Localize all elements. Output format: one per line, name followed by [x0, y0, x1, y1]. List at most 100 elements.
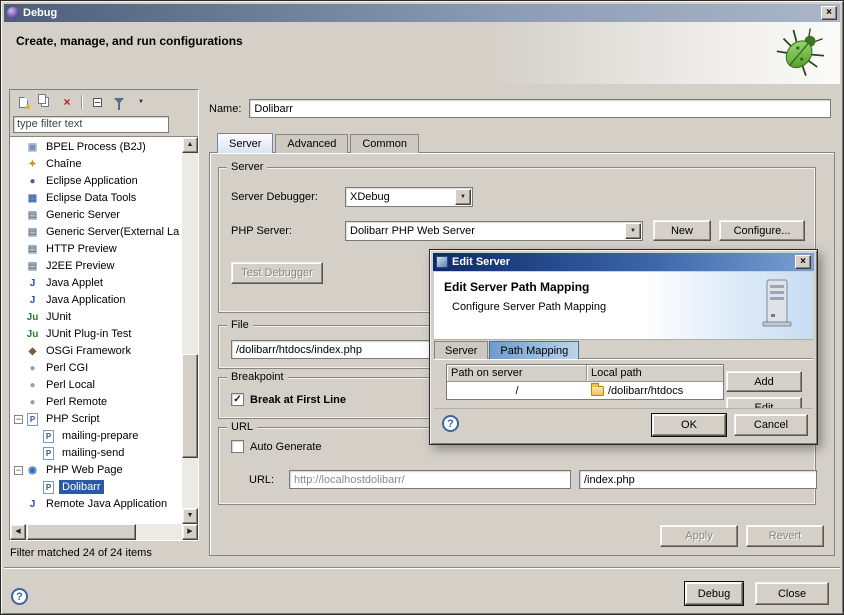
php-file-icon: P [43, 430, 54, 443]
break-at-first-line-checkbox[interactable]: ✓ [231, 393, 244, 406]
tree-item-perl-cgi[interactable]: ●Perl CGI [12, 360, 182, 377]
dialog-help-icon[interactable]: ? [442, 415, 459, 432]
tree-item-label: BPEL Process (B2J) [43, 140, 149, 154]
perl-icon: ● [25, 380, 40, 391]
dialog-tab-server[interactable]: Server [434, 341, 488, 359]
dialog-titlebar[interactable]: Edit Server × [433, 253, 814, 271]
path-mapping-table: Path on server Local path / /dolibarr/ht… [446, 364, 724, 400]
tree-item-label: Perl Remote [43, 395, 110, 409]
tree-vertical-scrollbar[interactable]: ▲ ▼ [182, 137, 198, 525]
osgi-icon: ◆ [25, 346, 40, 357]
tree-item-label: PHP Script [43, 412, 103, 426]
sidebar: × ▼ ▣BPEL Process (B2J)✦Chaîne●Eclipse A… [9, 89, 199, 541]
tree-item-junit[interactable]: JuJUnit [12, 309, 182, 326]
php-file-icon: P [43, 447, 54, 460]
name-input[interactable] [249, 99, 831, 118]
tree-item-mailing-send[interactable]: Pmailing-send [12, 445, 182, 462]
tree-wrap: ▣BPEL Process (B2J)✦Chaîne●Eclipse Appli… [10, 136, 198, 525]
tab-common[interactable]: Common [350, 134, 419, 153]
tree-item-eclipse-data-tools[interactable]: ▦Eclipse Data Tools [12, 190, 182, 207]
file-group-title: File [227, 319, 253, 331]
tree-item-generic-server[interactable]: ▤Generic Server [12, 207, 182, 224]
tab-advanced[interactable]: Advanced [275, 134, 348, 153]
server-debugger-label: Server Debugger: [231, 191, 318, 203]
filter-button[interactable] [109, 93, 129, 111]
tree-item-junit-plug-in-test[interactable]: JuJUnit Plug-in Test [12, 326, 182, 343]
debug-button[interactable]: Debug [685, 582, 743, 605]
duplicate-button[interactable] [35, 93, 55, 111]
break-at-first-line-label: Break at First Line [250, 394, 346, 406]
new-configuration-button[interactable] [13, 93, 33, 111]
tree-item-http-preview[interactable]: ▤HTTP Preview [12, 241, 182, 258]
column-path-on-server[interactable]: Path on server [447, 365, 587, 382]
vertical-scroll-thumb[interactable] [182, 354, 198, 459]
tree-item-java-application[interactable]: JJava Application [12, 292, 182, 309]
scroll-up-icon[interactable]: ▲ [182, 137, 198, 153]
server-debugger-select[interactable]: XDebug ▼ [345, 187, 473, 207]
tree-item-php-web-page[interactable]: −◉PHP Web Page [12, 462, 182, 479]
test-debugger-button[interactable]: Test Debugger [231, 262, 323, 284]
tree-item-cha-ne[interactable]: ✦Chaîne [12, 156, 182, 173]
tree-item-label: JUnit Plug-in Test [43, 327, 134, 341]
scroll-down-icon[interactable]: ▼ [182, 508, 198, 524]
help-icon[interactable]: ? [11, 588, 28, 605]
php-server-select[interactable]: Dolibarr PHP Web Server ▼ [345, 221, 643, 241]
name-label: Name: [209, 103, 241, 115]
close-icon[interactable]: × [821, 6, 837, 20]
chevron-down-icon[interactable]: ▼ [625, 223, 641, 239]
scroll-right-icon[interactable]: ▶ [182, 524, 198, 540]
tree-item-label: Eclipse Data Tools [43, 191, 139, 205]
cancel-button[interactable]: Cancel [734, 414, 808, 436]
tree-item-java-applet[interactable]: JJava Applet [12, 275, 182, 292]
tab-server[interactable]: Server [217, 133, 273, 153]
dialog-close-icon[interactable]: × [795, 255, 811, 269]
java-icon: J [25, 295, 40, 306]
tree-item-perl-local[interactable]: ●Perl Local [12, 377, 182, 394]
collapse-expander-icon[interactable]: − [12, 466, 25, 475]
revert-button[interactable]: Revert [746, 525, 824, 547]
titlebar[interactable]: Debug × [4, 4, 840, 22]
name-row: Name: [209, 99, 831, 118]
auto-generate-checkbox[interactable] [231, 440, 244, 453]
configure-button[interactable]: Configure... [719, 220, 805, 241]
filter-input[interactable] [13, 116, 169, 133]
php-server-label: PHP Server: [231, 225, 292, 237]
add-button[interactable]: Add [726, 371, 802, 392]
new-server-button[interactable]: New [653, 220, 711, 241]
toolbar-menu-button[interactable]: ▼ [131, 93, 151, 111]
close-button[interactable]: Close [755, 582, 829, 605]
footer-separator [4, 567, 840, 569]
base-url-input[interactable] [289, 470, 571, 489]
server-icon: ▤ [25, 210, 40, 221]
scroll-left-icon[interactable]: ◀ [10, 524, 26, 540]
toolbar-separator [81, 95, 83, 109]
url-path-input[interactable] [579, 470, 817, 489]
dialog-tab-path-mapping[interactable]: Path Mapping [489, 341, 579, 359]
tree-item-bpel-process-b2j[interactable]: ▣BPEL Process (B2J) [12, 139, 182, 156]
tree-item-eclipse-application[interactable]: ●Eclipse Application [12, 173, 182, 190]
delete-button[interactable]: × [57, 93, 77, 111]
column-local-path[interactable]: Local path [587, 365, 723, 382]
tree-item-mailing-prepare[interactable]: Pmailing-prepare [12, 428, 182, 445]
apply-button[interactable]: Apply [660, 525, 738, 547]
eclipse-data-tools-icon: ▦ [25, 193, 40, 204]
tree-item-dolibarr[interactable]: PDolibarr [12, 479, 182, 496]
collapse-expander-icon[interactable]: − [12, 415, 25, 424]
sidebar-toolbar: × ▼ [10, 90, 198, 114]
tree-item-perl-remote[interactable]: ●Perl Remote [12, 394, 182, 411]
tree-item-php-script[interactable]: −PPHP Script [12, 411, 182, 428]
tree-item-remote-java-application[interactable]: JRemote Java Application [12, 496, 182, 513]
horizontal-scroll-thumb[interactable] [27, 524, 136, 540]
tree-item-j2ee-preview[interactable]: ▤J2EE Preview [12, 258, 182, 275]
tree-horizontal-scrollbar[interactable]: ◀ ▶ [10, 524, 198, 540]
break-first-line-row: ✓ Break at First Line [231, 393, 346, 406]
server-image-icon [761, 278, 795, 330]
collapse-all-button[interactable] [87, 93, 107, 111]
collapse-all-icon [93, 98, 102, 107]
tree-item-osgi-framework[interactable]: ◆OSGi Framework [12, 343, 182, 360]
table-row[interactable]: / /dolibarr/htdocs [447, 382, 723, 399]
ok-button[interactable]: OK [652, 414, 726, 436]
debug-window: Debug × Create, manage, and run configur… [0, 0, 844, 615]
chevron-down-icon[interactable]: ▼ [455, 189, 471, 205]
tree-item-generic-server-external-la[interactable]: ▤Generic Server(External La [12, 224, 182, 241]
